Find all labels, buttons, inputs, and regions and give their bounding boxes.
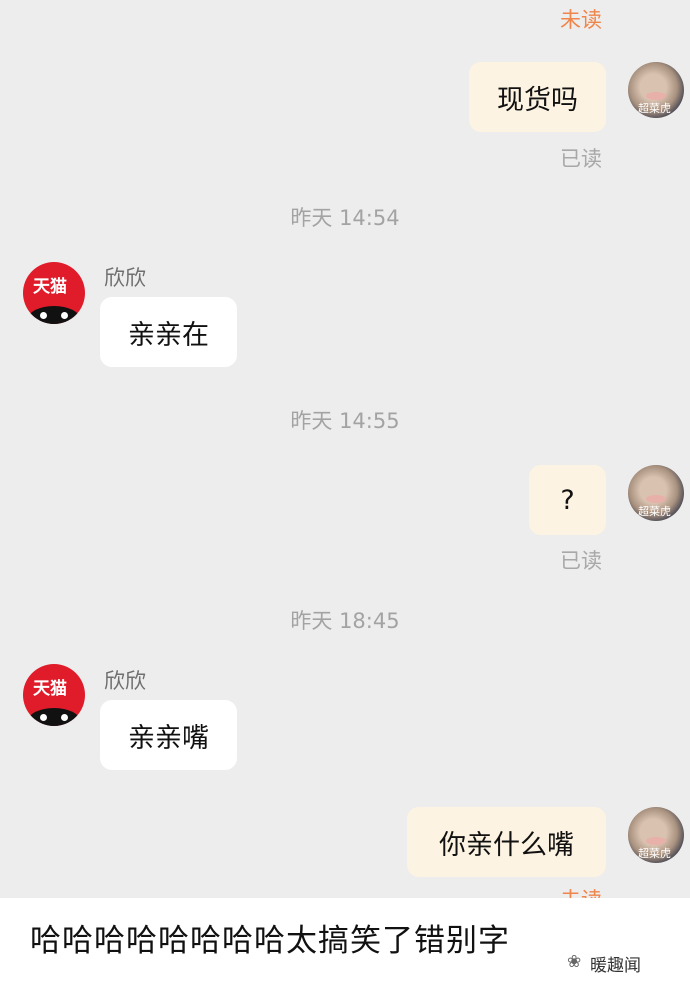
cat-eye <box>61 714 68 721</box>
chat-area: 未读 现货吗 超菜虎 已读 昨天 14:54 天猫 欣欣 亲亲在 昨天 14:5… <box>0 0 690 898</box>
tmall-logo-text: 天猫 <box>33 679 67 699</box>
sender-name: 欣欣 <box>104 669 146 693</box>
user-avatar[interactable]: 超菜虎 <box>628 807 684 863</box>
wechat-icon: ❀ <box>567 952 582 972</box>
avatar-face <box>646 837 666 845</box>
message-bubble-in[interactable]: 亲亲在 <box>100 297 237 367</box>
sender-name: 欣欣 <box>104 266 146 290</box>
tmall-logo-text: 天猫 <box>33 277 67 297</box>
timestamp: 昨天 14:54 <box>290 206 400 230</box>
avatar-face <box>646 495 666 503</box>
message-bubble-in[interactable]: 亲亲嘴 <box>100 700 237 770</box>
read-status: 已读 <box>560 549 602 573</box>
message-bubble-out[interactable]: ? <box>529 465 606 535</box>
read-status: 已读 <box>560 147 602 171</box>
caption-text: 哈哈哈哈哈哈哈哈太搞笑了错别字 <box>30 923 510 959</box>
cat-eye <box>40 714 47 721</box>
cat-eye <box>61 312 68 319</box>
avatar-caption: 超菜虎 <box>638 847 671 860</box>
user-avatar[interactable]: 超菜虎 <box>628 62 684 118</box>
avatar-face <box>646 92 666 100</box>
avatar-caption: 超菜虎 <box>638 102 671 115</box>
timestamp: 昨天 14:55 <box>290 409 400 433</box>
seller-avatar[interactable]: 天猫 <box>23 664 85 726</box>
user-avatar[interactable]: 超菜虎 <box>628 465 684 521</box>
tmall-cat-icon <box>28 708 80 726</box>
avatar-caption: 超菜虎 <box>638 505 671 518</box>
watermark: 暖趣闻 <box>590 956 641 976</box>
timestamp: 昨天 18:45 <box>290 609 400 633</box>
message-bubble-out[interactable]: 你亲什么嘴 <box>407 807 606 877</box>
message-bubble-out[interactable]: 现货吗 <box>469 62 606 132</box>
cat-eye <box>40 312 47 319</box>
unread-status: 未读 <box>560 8 602 32</box>
unread-status: 未读 <box>560 884 602 898</box>
seller-avatar[interactable]: 天猫 <box>23 262 85 324</box>
tmall-cat-icon <box>28 306 80 324</box>
